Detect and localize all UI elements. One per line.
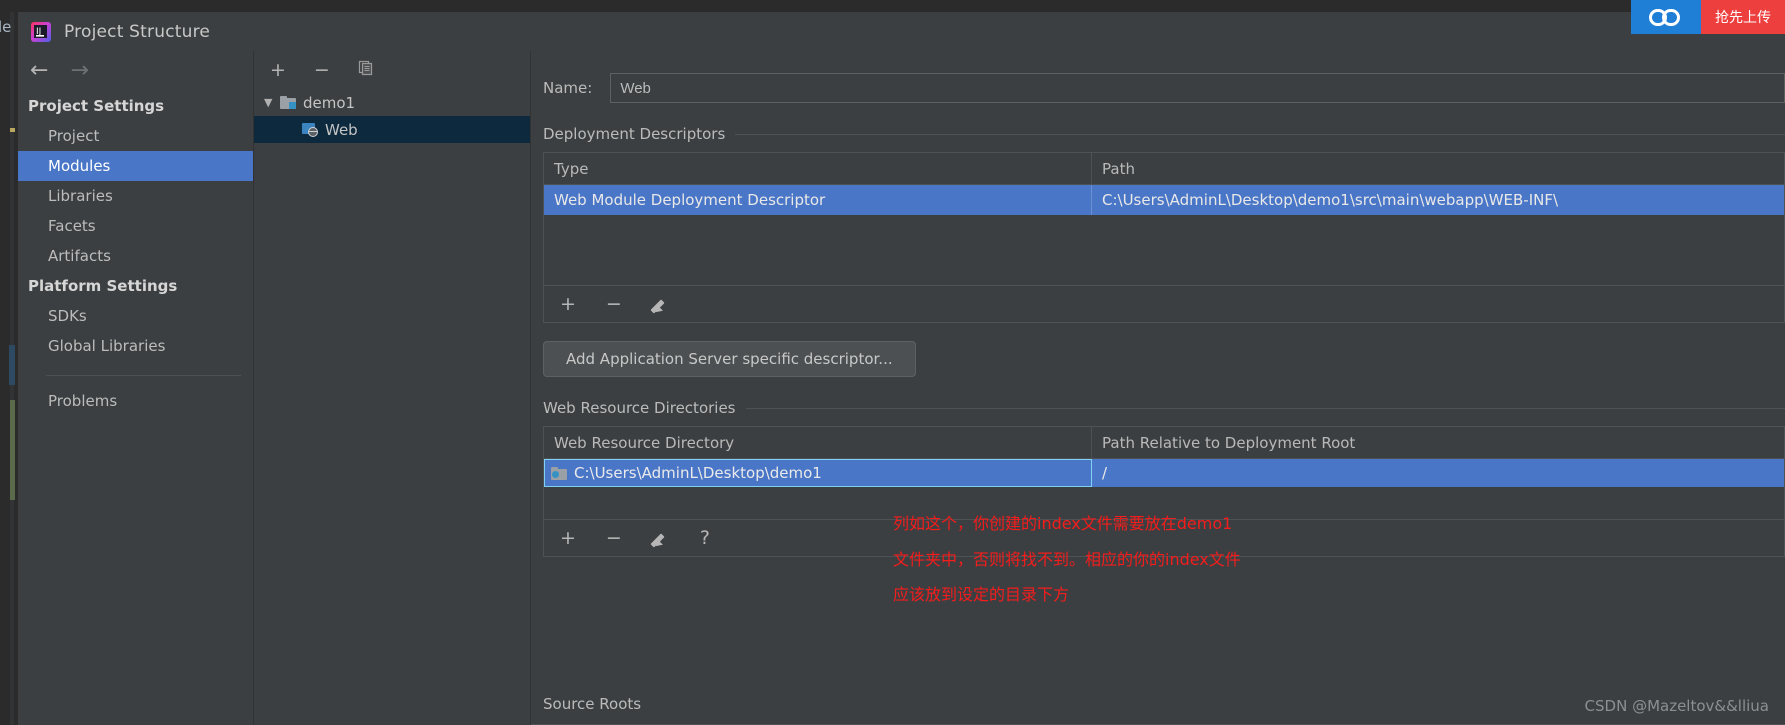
- cell-relative-path: /: [1092, 459, 1784, 487]
- module-settings-pane: Name: Deployment Descriptors Type Path W…: [531, 51, 1785, 725]
- section-title-text: Deployment Descriptors: [543, 125, 726, 143]
- sidebar-item-global-libraries[interactable]: Global Libraries: [18, 331, 253, 361]
- arrow-left-icon[interactable]: ←: [30, 60, 48, 82]
- gutter-marker-warning: [10, 128, 15, 132]
- dialog-title: Project Structure: [64, 21, 211, 42]
- upload-badge[interactable]: 抢先上传: [1631, 0, 1785, 34]
- arrow-right-icon[interactable]: →: [70, 60, 88, 82]
- directory-path-text: C:\Users\AdminL\Desktop\demo1: [574, 464, 822, 482]
- module-name-input[interactable]: [610, 73, 1785, 103]
- web-resource-directories-table: Web Resource Directory Path Relative to …: [543, 426, 1785, 557]
- column-header-relative-path[interactable]: Path Relative to Deployment Root: [1092, 427, 1784, 458]
- settings-nav-pane: ← → Project Settings Project Modules Lib…: [18, 51, 254, 725]
- nav-divider: [46, 375, 241, 376]
- annotation-line-1: 列如这个，你创建的index文件需要放在demo1: [893, 514, 1233, 533]
- dialog-titlebar: IJ Project Structure: [18, 12, 1785, 51]
- sidebar-item-modules[interactable]: Modules: [18, 151, 253, 181]
- module-folder-icon: [280, 96, 296, 109]
- cell-path: C:\Users\AdminL\Desktop\demo1\src\main\w…: [1102, 191, 1559, 209]
- nav-history-controls: ← →: [18, 51, 253, 91]
- add-application-server-descriptor-button[interactable]: Add Application Server specific descript…: [543, 341, 916, 377]
- plus-icon[interactable]: +: [270, 60, 286, 80]
- ide-editor-sliver: le: [0, 0, 18, 725]
- table-header-row: Web Resource Directory Path Relative to …: [544, 427, 1784, 459]
- sidebar-item-libraries[interactable]: Libraries: [18, 181, 253, 211]
- tree-node-web[interactable]: Web: [254, 116, 530, 143]
- screenshot-root: le IJ Project Structure ← → Project Sett…: [0, 0, 1785, 725]
- chevron-down-icon[interactable]: ▼: [264, 96, 280, 109]
- section-title-text: Web Resource Directories: [543, 399, 736, 417]
- tree-node-label: Web: [325, 120, 358, 139]
- gutter-marker-vcs: [10, 400, 15, 500]
- edit-pencil-icon[interactable]: [650, 295, 670, 315]
- source-roots-title: Source Roots: [543, 695, 642, 713]
- ide-top-strip: [0, 0, 1785, 12]
- column-header-path[interactable]: Path: [1092, 153, 1784, 184]
- table-header-row: Type Path: [544, 153, 1784, 185]
- edit-pencil-icon[interactable]: [650, 529, 670, 549]
- tree-node-demo1[interactable]: ▼ demo1: [254, 89, 530, 116]
- help-question-icon[interactable]: ?: [700, 528, 710, 548]
- minus-icon[interactable]: −: [606, 294, 622, 314]
- annotation-line-3: 应该放到设定的目录下方: [893, 585, 1070, 604]
- plus-icon[interactable]: +: [560, 528, 576, 548]
- upload-badge-label[interactable]: 抢先上传: [1701, 0, 1785, 34]
- copy-icon[interactable]: [358, 60, 374, 80]
- directory-icon: [551, 466, 567, 480]
- section-header: Web Resource Directories: [543, 399, 1785, 417]
- section-rule: [735, 133, 1785, 135]
- annotation-line-2: 文件夹中，否则将找不到。相应的你的index文件: [893, 550, 1241, 569]
- name-label: Name:: [543, 79, 593, 97]
- link-chain-icon[interactable]: [1631, 0, 1701, 34]
- nav-group-platform-settings: Platform Settings: [28, 277, 178, 295]
- sidebar-item-problems[interactable]: Problems: [18, 386, 253, 416]
- sidebar-item-sdks[interactable]: SDKs: [18, 301, 253, 331]
- deployment-descriptors-section: Deployment Descriptors Type Path Web Mod…: [531, 125, 1785, 377]
- module-tree-toolbar: + −: [254, 51, 530, 89]
- cell-directory[interactable]: C:\Users\AdminL\Desktop\demo1: [544, 459, 1092, 487]
- tree-node-label: demo1: [303, 93, 356, 112]
- table-row[interactable]: Web Module Deployment Descriptor C:\User…: [544, 185, 1784, 215]
- deployment-descriptors-table: Type Path Web Module Deployment Descript…: [543, 152, 1785, 323]
- sidebar-item-facets[interactable]: Facets: [18, 211, 253, 241]
- column-header-type[interactable]: Type: [544, 153, 1092, 184]
- section-header: Deployment Descriptors: [543, 125, 1785, 143]
- web-facet-icon: [302, 122, 318, 137]
- table-empty-space: [544, 215, 1784, 285]
- plus-icon[interactable]: +: [560, 294, 576, 314]
- table-row[interactable]: C:\Users\AdminL\Desktop\demo1 /: [544, 459, 1784, 487]
- project-structure-dialog: IJ Project Structure ← → Project Setting…: [18, 12, 1785, 725]
- cell-type: Web Module Deployment Descriptor: [544, 185, 1092, 215]
- minus-icon[interactable]: −: [314, 60, 330, 80]
- minus-icon[interactable]: −: [606, 528, 622, 548]
- sidebar-item-artifacts[interactable]: Artifacts: [18, 241, 253, 271]
- module-tree-pane: + − ▼ demo1 Web: [254, 51, 531, 725]
- nav-group-project-settings: Project Settings: [28, 97, 165, 115]
- section-rule: [745, 407, 1785, 409]
- gutter-marker-info: [9, 345, 15, 385]
- deployment-table-toolbar: + −: [544, 285, 1784, 322]
- module-name-row: Name:: [531, 73, 1785, 103]
- intellij-idea-logo-icon: IJ: [30, 21, 52, 43]
- sidebar-item-project[interactable]: Project: [18, 121, 253, 151]
- behind-window-text: le: [0, 18, 12, 36]
- csdn-watermark: CSDN @Mazeltov&&lliua: [1584, 697, 1769, 715]
- column-header-web-resource-directory[interactable]: Web Resource Directory: [544, 427, 1092, 458]
